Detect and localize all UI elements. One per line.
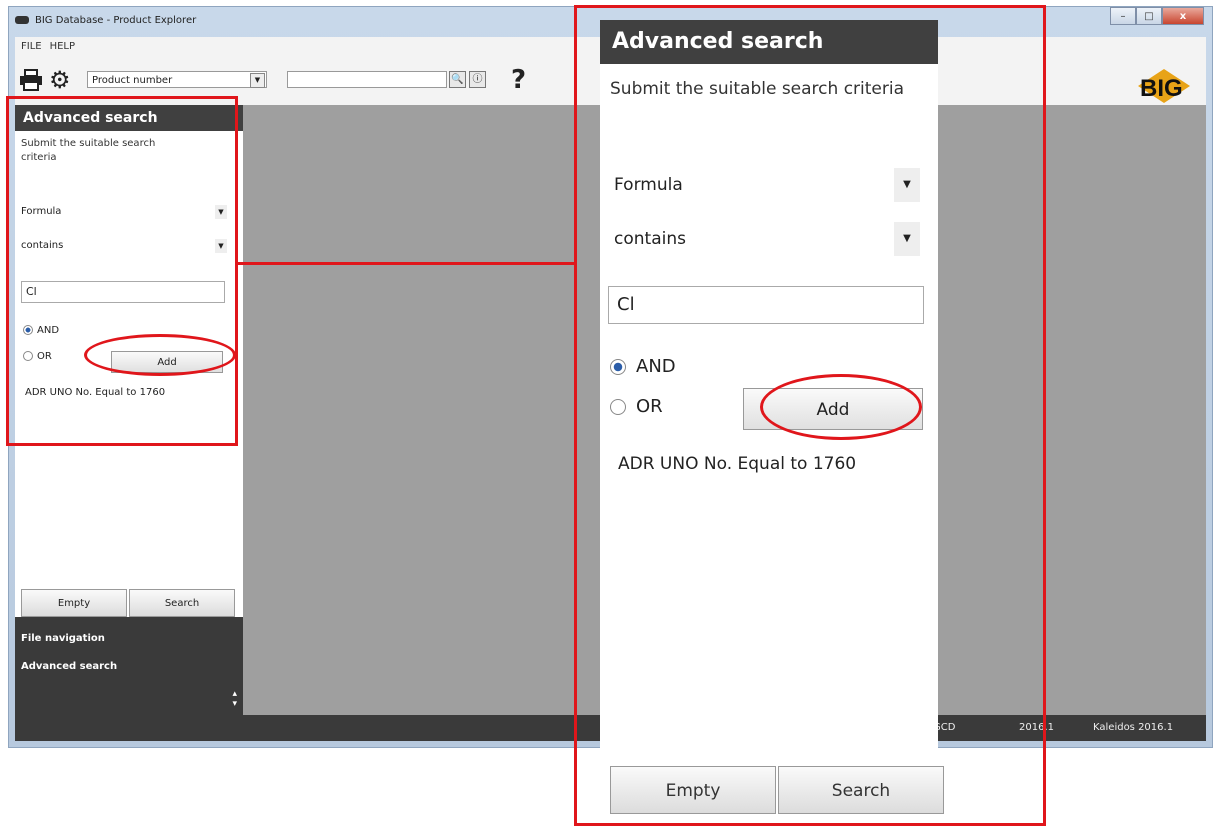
maximize-button[interactable]: □: [1136, 7, 1162, 25]
highlight-ellipse-zoomed: [760, 374, 922, 440]
menu-help[interactable]: HELP: [50, 41, 75, 52]
menu-bar: FILE HELP: [21, 41, 75, 52]
nav-advanced-search[interactable]: Advanced search: [21, 661, 117, 672]
bottom-navigation: File navigation Advanced search ▴ ▾: [15, 617, 243, 717]
quick-search-input[interactable]: [287, 71, 447, 88]
status-kaleidos: Kaleidos 2016.1: [1093, 722, 1174, 733]
window-controls: – □ x: [1110, 7, 1204, 25]
connector-line: [238, 262, 576, 265]
big-logo: BIG: [1138, 69, 1190, 103]
search-field-select-value: Product number: [92, 75, 173, 86]
info-icon[interactable]: ⓘ: [469, 71, 486, 88]
logo-text: BIG: [1140, 75, 1183, 102]
highlight-box-small: [6, 96, 238, 446]
close-button[interactable]: x: [1162, 7, 1204, 25]
search-button[interactable]: Search: [129, 589, 235, 617]
help-icon[interactable]: ?: [511, 65, 526, 95]
nav-file-navigation[interactable]: File navigation: [21, 633, 105, 644]
app-icon: [15, 16, 29, 24]
menu-file[interactable]: FILE: [21, 41, 42, 52]
search-icon[interactable]: 🔍: [449, 71, 466, 88]
search-field-select[interactable]: Product number ▼: [87, 71, 267, 88]
printer-icon[interactable]: [19, 69, 43, 91]
chevron-down-icon[interactable]: ▼: [250, 73, 265, 88]
minimize-button[interactable]: –: [1110, 7, 1136, 25]
highlight-ellipse-small: [84, 334, 236, 376]
gear-icon[interactable]: ⚙: [49, 68, 71, 92]
window-title: BIG Database - Product Explorer: [35, 15, 197, 26]
scroll-arrows-icon[interactable]: ▴ ▾: [232, 689, 237, 709]
empty-button[interactable]: Empty: [21, 589, 127, 617]
